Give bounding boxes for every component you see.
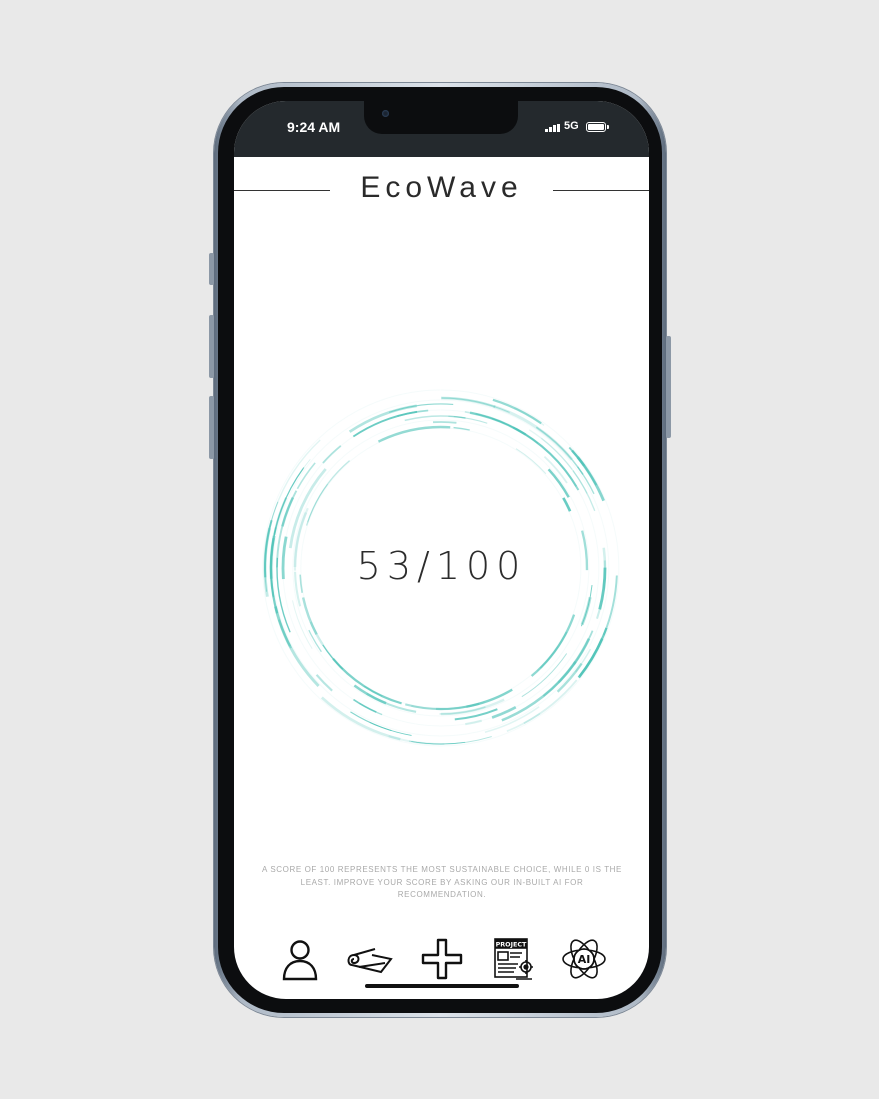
ring-arc-segment bbox=[492, 398, 542, 425]
ai-icon-label: AI bbox=[578, 953, 591, 966]
plus-icon bbox=[421, 938, 463, 980]
project-document-icon: PROJECT bbox=[494, 938, 533, 980]
screen: 9:24 AM 5G EcoWave 53/100 A score of 100… bbox=[234, 101, 649, 999]
ring-arc-segment bbox=[440, 698, 505, 716]
user-icon bbox=[282, 940, 318, 981]
nav-profile-button[interactable] bbox=[276, 935, 324, 983]
front-camera-icon bbox=[382, 110, 389, 117]
ring-arc-segment bbox=[432, 421, 457, 424]
ring-arc-segment bbox=[292, 600, 313, 649]
network-type: 5G bbox=[564, 120, 579, 132]
ring-arc-segment bbox=[542, 630, 594, 697]
notch bbox=[364, 101, 518, 134]
nav-add-button[interactable] bbox=[418, 935, 466, 983]
nav-project-button[interactable]: PROJECT bbox=[490, 935, 538, 983]
volume-up-button bbox=[209, 315, 214, 378]
mat-roll-icon bbox=[347, 948, 393, 974]
ring-arc-segment bbox=[274, 606, 320, 687]
nav-ai-button[interactable]: AI bbox=[560, 935, 608, 983]
bottom-nav: PROJECT AI bbox=[234, 931, 649, 983]
score-note: A score of 100 represents the most susta… bbox=[262, 865, 622, 899]
ring-arc-segment bbox=[568, 446, 598, 486]
mute-switch bbox=[209, 253, 214, 285]
ring-arc-segment bbox=[315, 674, 333, 692]
power-button bbox=[666, 336, 671, 438]
ring-arc-segment bbox=[523, 679, 578, 725]
volume-down-button bbox=[209, 396, 214, 459]
app-title: EcoWave bbox=[360, 171, 523, 204]
ring-arc-segment bbox=[353, 698, 377, 713]
header-divider-right bbox=[553, 190, 649, 191]
ai-atom-icon: AI bbox=[562, 939, 606, 979]
battery-full-icon bbox=[586, 122, 609, 132]
home-indicator[interactable] bbox=[365, 984, 519, 988]
ring-arc-segment bbox=[466, 688, 513, 708]
ring-arc-segment bbox=[322, 445, 342, 464]
signal-bars-icon bbox=[545, 124, 561, 132]
ring-arc-segment bbox=[465, 719, 482, 726]
ring-arc-segment bbox=[448, 415, 466, 419]
ring-arc-segment bbox=[562, 497, 572, 512]
status-time: 9:24 AM bbox=[287, 119, 341, 135]
score-value: 53/100 bbox=[356, 544, 527, 588]
ring-arc-segment bbox=[301, 597, 318, 635]
ring-arc-segment bbox=[530, 614, 576, 677]
nav-mat-button[interactable] bbox=[345, 935, 393, 983]
device-stage: 9:24 AM 5G EcoWave 53/100 A score of 100… bbox=[0, 0, 879, 1099]
app-header: EcoWave bbox=[234, 169, 649, 213]
project-icon-label: PROJECT bbox=[496, 941, 527, 949]
status-bar: 9:24 AM 5G bbox=[234, 101, 649, 157]
